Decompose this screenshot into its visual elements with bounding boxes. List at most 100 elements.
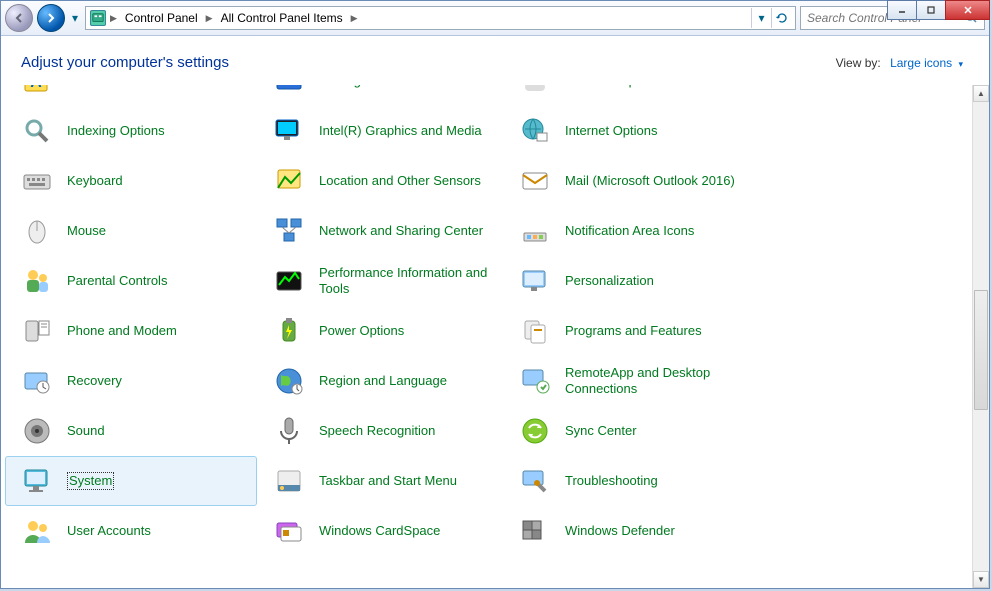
- cp-item-performance-information-and-tools[interactable]: Performance Information and Tools: [257, 256, 503, 306]
- keyboard-icon: [21, 165, 53, 197]
- minimize-button[interactable]: [887, 0, 917, 20]
- breadcrumb-all-items[interactable]: All Control Panel Items: [217, 11, 347, 25]
- homegroup-icon: [519, 85, 551, 97]
- cp-item-sound[interactable]: Sound: [5, 406, 257, 456]
- cp-item-keyboard[interactable]: Keyboard: [5, 156, 257, 206]
- indexing-icon: [21, 115, 53, 147]
- cp-item-label: Keyboard: [67, 173, 123, 189]
- refresh-button[interactable]: [771, 8, 791, 28]
- fonts-icon: A: [21, 85, 53, 97]
- cp-item-indexing-options[interactable]: Indexing Options: [5, 106, 257, 156]
- cp-item-label: Windows Defender: [565, 523, 675, 539]
- cp-item-label: System: [67, 472, 114, 490]
- nav-back-button[interactable]: [5, 4, 33, 32]
- cp-item-mail-microsoft-outlook-2016[interactable]: Mail (Microsoft Outlook 2016): [503, 156, 763, 206]
- cp-item-label: Indexing Options: [67, 123, 165, 139]
- internet-options-icon: [519, 115, 551, 147]
- breadcrumb-separator: ▶: [349, 13, 360, 24]
- view-by-value: Large icons: [890, 56, 952, 70]
- close-button[interactable]: [945, 0, 990, 20]
- cp-item-troubleshooting[interactable]: Troubleshooting: [503, 456, 763, 506]
- recovery-icon: [21, 365, 53, 397]
- sync-icon: [519, 415, 551, 447]
- cp-item-taskbar-and-start-menu[interactable]: Taskbar and Start Menu: [257, 456, 503, 506]
- cp-item-programs-and-features[interactable]: Programs and Features: [503, 306, 763, 356]
- vertical-scrollbar[interactable]: ▲ ▼: [972, 85, 989, 588]
- maximize-button[interactable]: [916, 0, 946, 20]
- cp-item-network-and-sharing-center[interactable]: Network and Sharing Center: [257, 206, 503, 256]
- cp-item-label: Region and Language: [319, 373, 447, 389]
- power-icon: [273, 315, 305, 347]
- scroll-up-button[interactable]: ▲: [973, 85, 989, 102]
- cp-item-label: Mouse: [67, 223, 106, 239]
- cp-item-label: Performance Information and Tools: [319, 265, 489, 298]
- header-row: Adjust your computer's settings View by:…: [1, 36, 989, 85]
- cp-item-homegroup[interactable]: HomeGroup: [503, 85, 763, 106]
- cp-item-label: RemoteApp and Desktop Connections: [565, 365, 735, 398]
- cp-item-label: Programs and Features: [565, 323, 702, 339]
- view-by-control[interactable]: View by: Large icons ▾: [836, 56, 963, 70]
- cp-item-label: Parental Controls: [67, 273, 167, 289]
- cp-item-system[interactable]: System: [5, 456, 257, 506]
- cp-item-label: Getting Started: [319, 85, 406, 89]
- chevron-down-icon: ▾: [958, 59, 963, 69]
- nav-history-dropdown[interactable]: ▾: [69, 10, 81, 26]
- address-dropdown-button[interactable]: ▾: [751, 8, 771, 28]
- location-icon: [273, 165, 305, 197]
- cp-item-notification-area-icons[interactable]: Notification Area Icons: [503, 206, 763, 256]
- intel-graphics-icon: [273, 115, 305, 147]
- scroll-thumb[interactable]: [974, 290, 988, 410]
- cp-item-label: Notification Area Icons: [565, 223, 694, 239]
- breadcrumb-control-panel[interactable]: Control Panel: [121, 11, 202, 25]
- cp-item-label: Location and Other Sensors: [319, 173, 481, 189]
- cp-item-remoteapp-and-desktop-connections[interactable]: RemoteApp and Desktop Connections: [503, 356, 763, 406]
- cp-item-internet-options[interactable]: Internet Options: [503, 106, 763, 156]
- address-bar[interactable]: ▶ Control Panel ▶ All Control Panel Item…: [85, 6, 796, 30]
- cp-item-location-and-other-sensors[interactable]: Location and Other Sensors: [257, 156, 503, 206]
- cp-item-recovery[interactable]: Recovery: [5, 356, 257, 406]
- cp-item-intel-r-graphics-and-media[interactable]: Intel(R) Graphics and Media: [257, 106, 503, 156]
- svg-text:A: A: [30, 85, 42, 91]
- cp-item-phone-and-modem[interactable]: Phone and Modem: [5, 306, 257, 356]
- cp-item-label: HomeGroup: [565, 85, 636, 89]
- cp-item-label: Recovery: [67, 373, 122, 389]
- cp-item-sync-center[interactable]: Sync Center: [503, 406, 763, 456]
- cp-item-label: Power Options: [319, 323, 404, 339]
- cp-item-label: Sync Center: [565, 423, 637, 439]
- control-panel-window: ▾ ▶ Control Panel ▶ All Control Panel It…: [0, 0, 990, 589]
- cp-item-parental-controls[interactable]: Parental Controls: [5, 256, 257, 306]
- cp-item-label: Internet Options: [565, 123, 658, 139]
- toolbar: ▾ ▶ Control Panel ▶ All Control Panel It…: [1, 1, 989, 36]
- cp-item-user-accounts[interactable]: User Accounts: [5, 506, 257, 556]
- cp-item-label: Speech Recognition: [319, 423, 435, 439]
- cp-item-windows-cardspace[interactable]: Windows CardSpace: [257, 506, 503, 556]
- cp-item-power-options[interactable]: Power Options: [257, 306, 503, 356]
- breadcrumb-separator: ▶: [204, 13, 215, 24]
- cp-item-label: Personalization: [565, 273, 654, 289]
- cp-item-label: Windows CardSpace: [319, 523, 440, 539]
- getting-started-icon: [273, 85, 305, 97]
- cp-item-region-and-language[interactable]: Region and Language: [257, 356, 503, 406]
- cardspace-icon: [273, 515, 305, 547]
- scroll-down-button[interactable]: ▼: [973, 571, 989, 588]
- cp-item-personalization[interactable]: Personalization: [503, 256, 763, 306]
- notification-icon: [519, 215, 551, 247]
- system-icon: [21, 465, 53, 497]
- cp-item-label: Sound: [67, 423, 105, 439]
- cp-item-label: Fonts: [67, 85, 100, 89]
- cp-item-speech-recognition[interactable]: Speech Recognition: [257, 406, 503, 456]
- cp-item-fonts[interactable]: A Fonts: [5, 85, 257, 106]
- scroll-track[interactable]: [973, 102, 989, 571]
- mouse-icon: [21, 215, 53, 247]
- cp-item-label: Taskbar and Start Menu: [319, 473, 457, 489]
- user-accounts-icon: [21, 515, 53, 547]
- cp-item-getting-started[interactable]: Getting Started: [257, 85, 503, 106]
- cp-item-windows-defender[interactable]: Windows Defender: [503, 506, 763, 556]
- speech-icon: [273, 415, 305, 447]
- sound-icon: [21, 415, 53, 447]
- personalization-icon: [519, 265, 551, 297]
- cp-item-mouse[interactable]: Mouse: [5, 206, 257, 256]
- nav-forward-button[interactable]: [37, 4, 65, 32]
- cp-item-label: Network and Sharing Center: [319, 223, 483, 239]
- performance-icon: [273, 265, 305, 297]
